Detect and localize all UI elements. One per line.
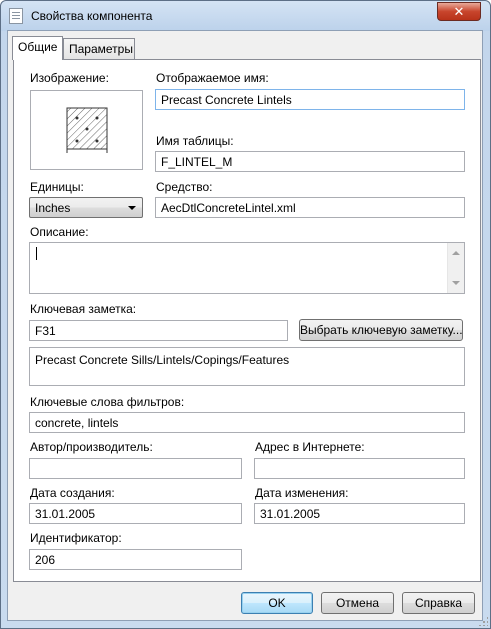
component-image <box>30 90 143 170</box>
text-caret <box>36 247 37 260</box>
keynote-text: Precast Concrete Sills/Lintels/Copings/F… <box>29 347 465 386</box>
created-label: Дата создания: <box>30 486 115 500</box>
chevron-down-icon <box>128 206 136 210</box>
display-name-input[interactable]: Precast Concrete Lintels <box>155 89 465 110</box>
table-name-input[interactable]: F_LINTEL_M <box>155 151 465 172</box>
keynote-input[interactable]: F31 <box>29 320 288 341</box>
description-textarea[interactable] <box>29 242 465 294</box>
keynote-label: Ключевая заметка: <box>30 302 137 316</box>
scroll-up-icon[interactable] <box>452 251 460 255</box>
close-icon: ✕ <box>453 4 465 19</box>
document-icon <box>9 8 23 24</box>
filter-keywords-input[interactable]: concrete, lintels <box>29 412 465 433</box>
modified-input[interactable]: 31.01.2005 <box>254 503 465 524</box>
description-label: Описание: <box>30 225 89 239</box>
units-label: Единицы: <box>30 180 84 194</box>
web-address-label: Адрес в Интернете: <box>255 440 365 454</box>
image-label: Изображение: <box>30 71 109 85</box>
id-label: Идентификатор: <box>30 531 122 545</box>
units-value: Inches <box>35 201 71 215</box>
modified-label: Дата изменения: <box>255 486 349 500</box>
tool-label: Средство: <box>156 180 213 194</box>
select-keynote-button[interactable]: Выбрать ключевую заметку... <box>299 319 463 341</box>
tab-general[interactable]: Общие <box>12 36 63 60</box>
title-bar[interactable]: Свойства компонента ✕ <box>1 1 490 31</box>
filter-keywords-label: Ключевые слова фильтров: <box>30 395 185 409</box>
help-button[interactable]: Справка <box>402 592 475 614</box>
table-name-label: Имя таблицы: <box>156 134 234 148</box>
cancel-button[interactable]: Отмена <box>321 592 394 614</box>
tab-parameters[interactable]: Параметры <box>63 38 135 59</box>
id-input[interactable]: 206 <box>29 549 242 570</box>
created-input[interactable]: 31.01.2005 <box>29 503 242 524</box>
author-label: Автор/производитель: <box>30 440 153 454</box>
ok-button[interactable]: OK <box>241 592 313 614</box>
units-dropdown[interactable]: Inches <box>29 197 143 218</box>
scroll-down-icon[interactable] <box>452 281 460 285</box>
description-scrollbar[interactable] <box>447 243 464 293</box>
close-button[interactable]: ✕ <box>437 2 481 21</box>
author-input[interactable] <box>29 458 242 479</box>
lintel-preview-icon <box>66 107 108 153</box>
tool-input[interactable]: AecDtlConcreteLintel.xml <box>155 197 465 218</box>
window-title: Свойства компонента <box>31 9 153 23</box>
display-name-label: Отображаемое имя: <box>156 71 269 85</box>
web-address-input[interactable] <box>254 458 465 479</box>
